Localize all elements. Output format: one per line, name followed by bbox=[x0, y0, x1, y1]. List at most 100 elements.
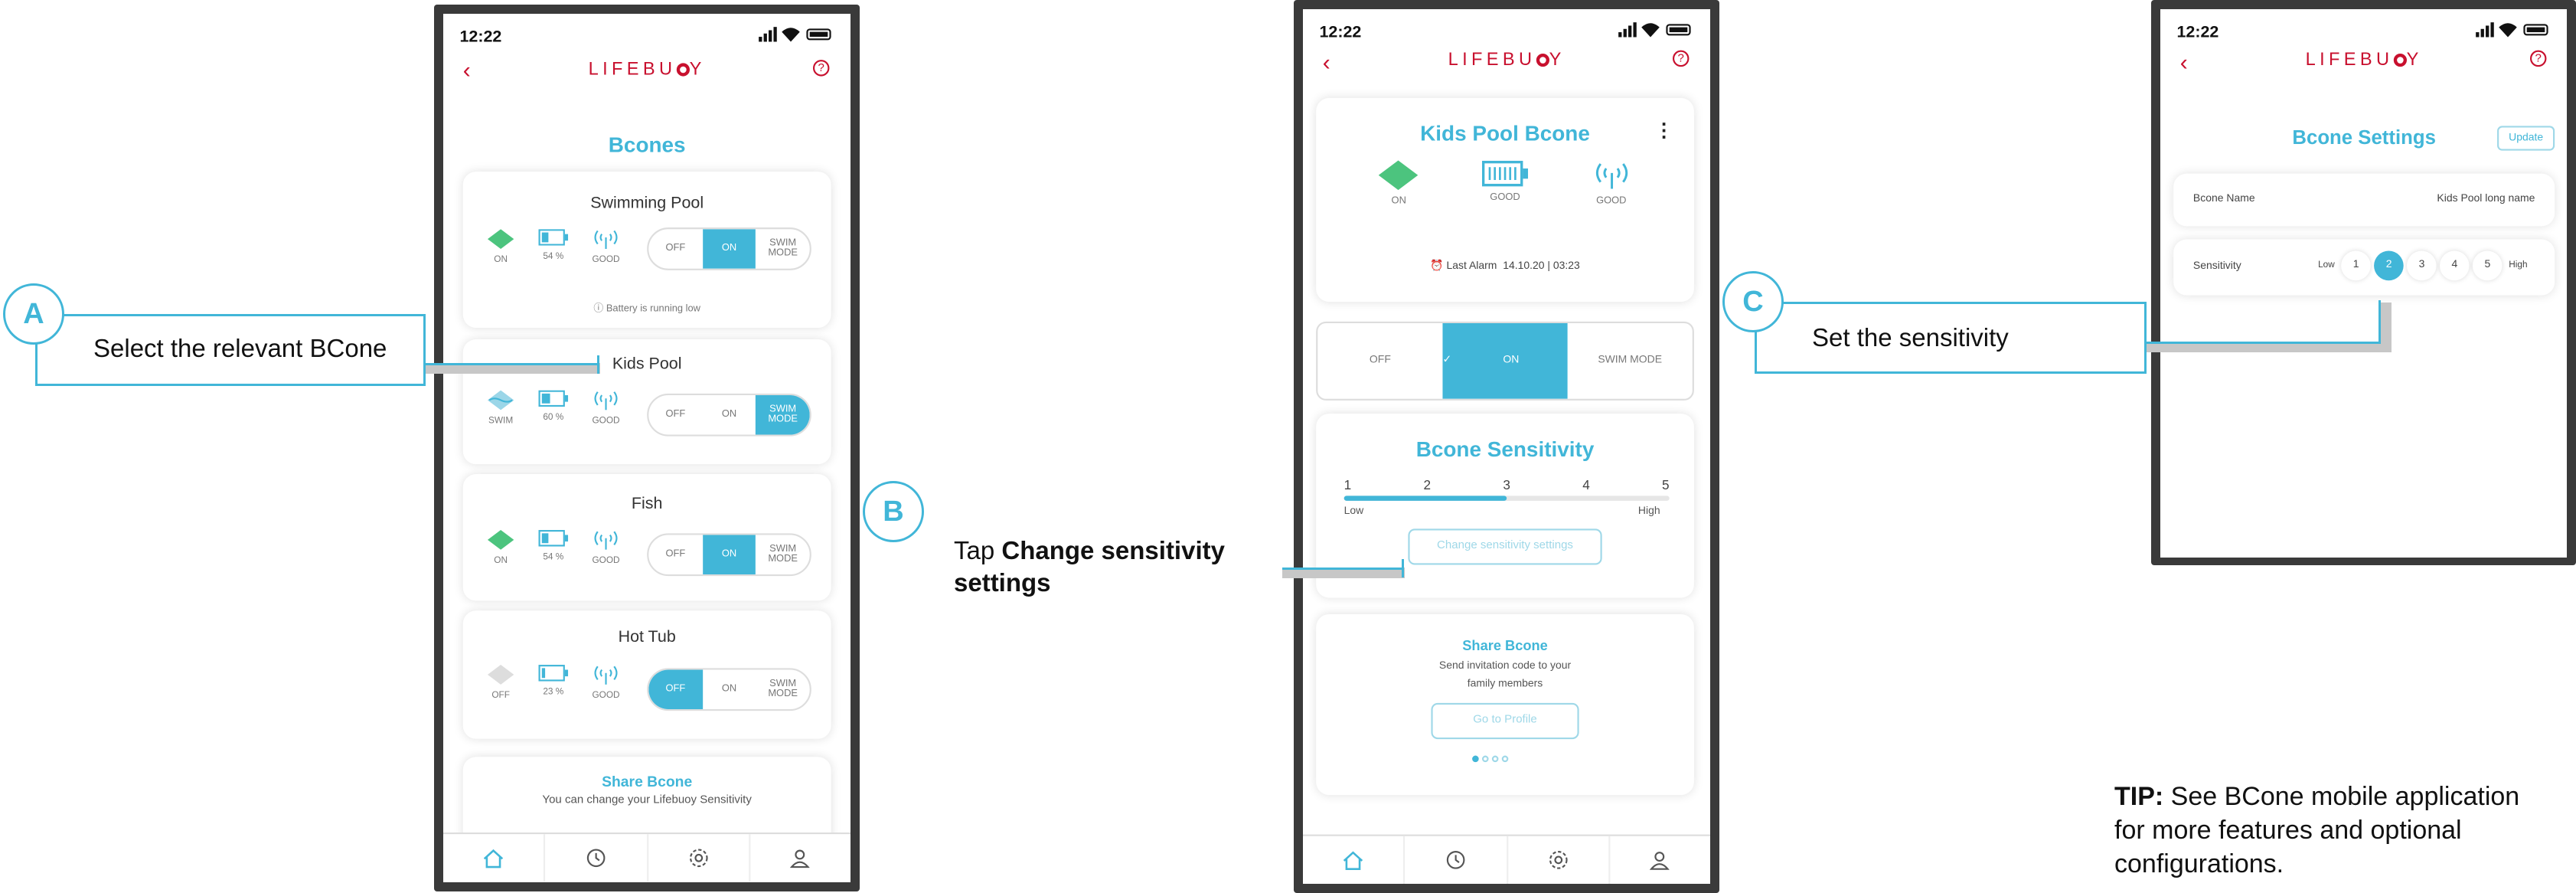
battery-status-icon bbox=[1666, 24, 1691, 36]
bcone-on-icon bbox=[487, 530, 514, 550]
help-icon[interactable]: ? bbox=[2529, 50, 2547, 67]
mode-swim[interactable]: SWIM MODE bbox=[756, 669, 810, 709]
lifebuoy-logo: LIFEBU Y bbox=[588, 60, 706, 80]
gear-icon bbox=[689, 849, 707, 868]
help-icon[interactable]: ? bbox=[812, 60, 830, 77]
share-title: Share Bcone bbox=[602, 773, 693, 790]
screen-bcone-details: 12:22 ‹ LIFEBU Y ? Kids Pool Bcone · · · ON… bbox=[1303, 9, 1710, 884]
bcone-title: Kids Pool Bcone bbox=[1420, 120, 1590, 146]
sens-2: 2 bbox=[1423, 477, 1432, 493]
mode-toggle[interactable]: OFF ✓ ON SWIM MODE bbox=[1316, 321, 1694, 401]
bcone-name: Swimming Pool bbox=[590, 195, 704, 213]
mode-off[interactable]: OFF bbox=[1317, 323, 1442, 399]
screen-bcones-list: 12:22 ‹ LIFEBU Y ? Bcones Swimming Pool O… bbox=[443, 14, 851, 882]
tip-text-3: configurations. bbox=[2114, 849, 2284, 878]
share-text-2: family members bbox=[1467, 678, 1543, 690]
bcone-on-icon bbox=[487, 229, 514, 249]
nav-profile[interactable] bbox=[1610, 836, 1710, 884]
page-title: Bcones bbox=[608, 132, 686, 157]
share-text-1: Send invitation code to your bbox=[1438, 660, 1572, 672]
nav-history[interactable] bbox=[546, 834, 648, 882]
bcone-name-label: Bcone Name bbox=[2192, 193, 2255, 205]
mode-off[interactable]: OFF bbox=[648, 395, 702, 435]
signal-good-icon bbox=[1595, 163, 1628, 189]
sens-level-4[interactable]: 4 bbox=[2440, 251, 2470, 281]
user-icon bbox=[790, 849, 811, 868]
mode-on[interactable]: ON bbox=[702, 395, 756, 435]
bottom-nav bbox=[443, 832, 851, 882]
go-to-profile-button[interactable]: Go to Profile bbox=[1431, 702, 1579, 740]
history-icon bbox=[1447, 851, 1466, 869]
share-title: Share Bcone bbox=[1462, 637, 1548, 654]
lifebuoy-logo: LIFEBU Y bbox=[1448, 50, 1566, 70]
user-icon bbox=[1650, 851, 1670, 869]
bcone-card-swimming-pool[interactable]: Swimming Pool ON 54 % GOOD OFF ON SWIM M… bbox=[462, 172, 831, 329]
wifi-icon bbox=[782, 28, 800, 42]
nav-home[interactable] bbox=[1303, 836, 1406, 884]
nav-history[interactable] bbox=[1406, 836, 1508, 884]
mode-swim[interactable]: SWIM MODE bbox=[756, 229, 810, 269]
share-text: You can change your Lifebuoy Sensitivity bbox=[542, 794, 752, 806]
callout-a-text: Select the relevant BCone bbox=[93, 334, 387, 362]
mode-toggle[interactable]: OFF ON SWIM MODE bbox=[647, 668, 811, 711]
callout-c-pointer-v bbox=[2378, 300, 2381, 344]
mode-on[interactable]: ON bbox=[702, 535, 756, 574]
signal-icon bbox=[1618, 22, 1637, 38]
signal-icon bbox=[759, 27, 777, 42]
sensitivity-row: Sensitivity Low 1 2 3 4 5 High bbox=[2173, 239, 2555, 296]
sens-level-5[interactable]: 5 bbox=[2473, 251, 2503, 281]
callout-b-pointer bbox=[1282, 568, 1403, 570]
battery-status-icon bbox=[2523, 24, 2548, 36]
mode-swim[interactable]: SWIM MODE bbox=[756, 535, 810, 574]
bcone-card-fish[interactable]: Fish ON 54 % GOOD OFF ON SWIM MODE bbox=[462, 474, 831, 601]
bcone-card-kids-pool[interactable]: Kids Pool SWIM 60 % GOOD OFF ON SWIM MOD… bbox=[462, 339, 831, 465]
signal-good-icon bbox=[594, 666, 618, 685]
callout-a-badge: A bbox=[3, 283, 64, 345]
nav-settings[interactable] bbox=[1507, 836, 1610, 884]
bcone-name-value: Kids Pool long name bbox=[2437, 193, 2535, 205]
mode-on[interactable]: ON bbox=[702, 229, 756, 269]
sens-low: Low bbox=[2318, 260, 2335, 271]
nav-profile[interactable] bbox=[750, 834, 851, 882]
sens-level-3[interactable]: 3 bbox=[2407, 251, 2437, 281]
mode-swim[interactable]: SWIM MODE bbox=[756, 395, 810, 435]
sens-level-1[interactable]: 1 bbox=[2341, 251, 2371, 281]
signal-good-icon bbox=[594, 531, 618, 550]
update-button[interactable]: Update bbox=[2497, 126, 2555, 151]
sens-level-2[interactable]: 2 bbox=[2374, 250, 2404, 281]
mode-swim[interactable]: SWIM MODE bbox=[1568, 323, 1693, 399]
mode-off[interactable]: OFF bbox=[648, 535, 702, 574]
battery-warning: ⓘ Battery is running low bbox=[593, 304, 700, 315]
share-bcone-card: Share Bcone Send invitation code to your… bbox=[1316, 613, 1694, 796]
phone-bcones-list: 12:22 ‹ LIFEBU Y ? Bcones Swimming Pool O… bbox=[434, 5, 860, 891]
signal-good-icon bbox=[594, 391, 618, 411]
mode-on[interactable]: ON bbox=[702, 669, 756, 709]
mode-toggle[interactable]: OFF ON SWIM MODE bbox=[647, 533, 811, 577]
phone-bcone-details: 12:22 ‹ LIFEBU Y ? Kids Pool Bcone · · · ON… bbox=[1294, 0, 1719, 893]
mode-toggle[interactable]: OFF ON SWIM MODE bbox=[647, 393, 811, 437]
callout-a-pointer bbox=[426, 363, 599, 365]
mode-on[interactable]: ✓ ON bbox=[1442, 323, 1568, 399]
nav-home[interactable] bbox=[443, 834, 546, 882]
mode-off[interactable]: OFF bbox=[648, 669, 703, 710]
more-options-icon[interactable]: · · · bbox=[1661, 114, 1668, 147]
bcone-card-hot-tub[interactable]: Hot Tub OFF 23 % GOOD OFF ON SWIM MODE bbox=[462, 610, 831, 739]
battery-icon bbox=[538, 390, 569, 407]
bcone-on-icon bbox=[1379, 160, 1419, 191]
nav-settings[interactable] bbox=[648, 834, 750, 882]
last-alarm: ⏰ Last Alarm 14.10.20 | 03:23 bbox=[1430, 260, 1580, 273]
battery-icon bbox=[538, 665, 569, 682]
bcone-swim-icon bbox=[487, 390, 514, 411]
bcone-name-row[interactable]: Bcone Name Kids Pool long name bbox=[2173, 173, 2555, 227]
mode-toggle[interactable]: OFF ON SWIM MODE bbox=[647, 227, 811, 270]
gear-icon bbox=[1549, 851, 1567, 869]
help-icon[interactable]: ? bbox=[1672, 50, 1690, 67]
sens-high: High bbox=[2509, 260, 2528, 271]
home-icon bbox=[484, 848, 504, 868]
status-time: 12:22 bbox=[2176, 24, 2219, 42]
tip-label: TIP: bbox=[2114, 782, 2164, 811]
mode-off[interactable]: OFF bbox=[648, 229, 702, 269]
sensitivity-title: Bcone Sensitivity bbox=[1415, 437, 1595, 462]
phone-bcone-settings: 12:22 ‹ LIFEBU Y ? Bcone Settings Update … bbox=[2151, 0, 2576, 565]
change-sensitivity-button[interactable]: Change sensitivity settings bbox=[1408, 528, 1602, 565]
